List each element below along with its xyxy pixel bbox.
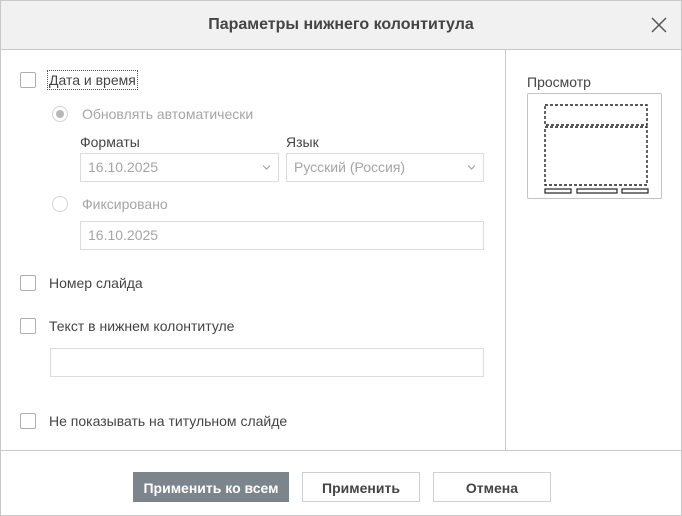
- language-select[interactable]: Русский (Россия): [286, 153, 484, 182]
- fixed-date-value: 16.10.2025: [88, 227, 159, 243]
- date-time-label[interactable]: Дата и время: [47, 70, 138, 90]
- cancel-button[interactable]: Отмена: [433, 472, 551, 502]
- fixed-date-input[interactable]: 16.10.2025: [80, 221, 484, 250]
- update-auto-label[interactable]: Обновлять автоматически: [82, 106, 253, 122]
- slide-number-label[interactable]: Номер слайда: [49, 275, 143, 291]
- close-icon[interactable]: [649, 15, 669, 35]
- footer-settings-dialog: Параметры нижнего колонтитула Дата и вре…: [0, 0, 682, 516]
- footer-text-checkbox[interactable]: [20, 318, 36, 334]
- language-label: Язык: [286, 134, 319, 150]
- update-auto-radio[interactable]: [52, 106, 68, 122]
- options-panel: Дата и время Обновлять автоматически Фор…: [1, 50, 505, 450]
- preview-thumbnail: [527, 93, 662, 199]
- fixed-label[interactable]: Фиксировано: [82, 196, 168, 212]
- formats-label: Форматы: [80, 134, 140, 150]
- dialog-title: Параметры нижнего колонтитула: [208, 16, 474, 33]
- date-time-checkbox[interactable]: [20, 72, 36, 88]
- fixed-radio[interactable]: [52, 196, 68, 212]
- chevron-down-icon: [262, 165, 271, 170]
- preview-label: Просмотр: [527, 74, 591, 90]
- footer-text-label[interactable]: Текст в нижнем колонтитуле: [49, 318, 234, 334]
- apply-to-all-button[interactable]: Применить ко всем: [133, 472, 289, 502]
- formats-value: 16.10.2025: [88, 159, 159, 175]
- apply-button[interactable]: Применить: [302, 472, 420, 502]
- hide-on-title-checkbox[interactable]: [20, 413, 36, 429]
- slide-number-checkbox[interactable]: [20, 275, 36, 291]
- footer-text-input[interactable]: [50, 348, 484, 377]
- hide-on-title-label[interactable]: Не показывать на титульном слайде: [49, 413, 287, 429]
- language-value: Русский (Россия): [294, 159, 406, 175]
- chevron-down-icon: [467, 165, 476, 170]
- slide-layout-preview: [544, 104, 649, 194]
- formats-select[interactable]: 16.10.2025: [80, 153, 279, 182]
- preview-panel: Просмотр: [505, 50, 682, 450]
- dialog-header: Параметры нижнего колонтитула: [1, 1, 681, 50]
